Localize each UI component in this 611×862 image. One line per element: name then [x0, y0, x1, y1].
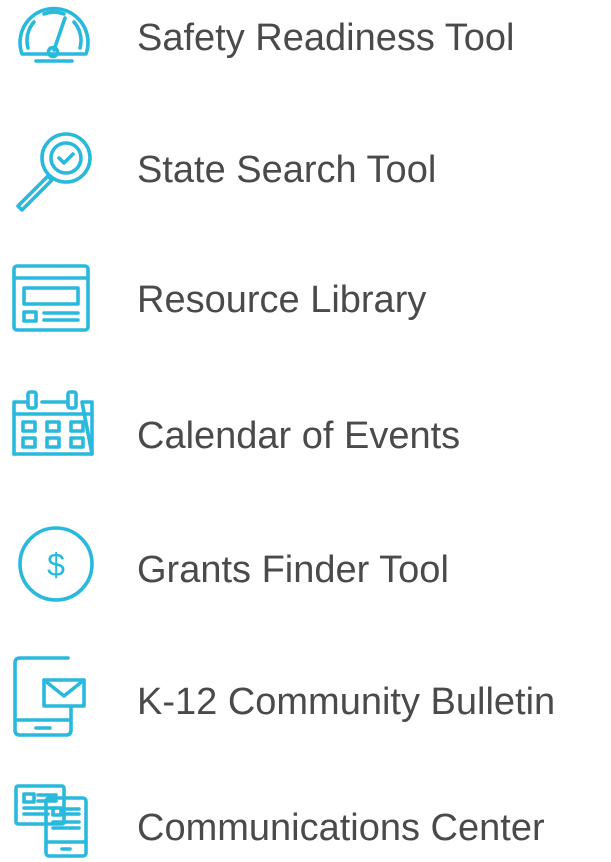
menu-item-label: Grants Finder Tool [137, 549, 449, 591]
menu-item-grants-finder-tool[interactable]: $ Grants Finder Tool [0, 506, 611, 616]
browser-window-icon [8, 250, 100, 342]
calendar-icon [8, 378, 100, 470]
menu-item-label: Resource Library [137, 279, 427, 321]
menu-item-safety-readiness-tool[interactable]: Safety Readiness Tool [0, 0, 611, 110]
dollar-circle-icon: $ [8, 510, 100, 602]
devices-icon [8, 772, 100, 862]
menu-item-label: Safety Readiness Tool [137, 17, 515, 59]
menu-item-calendar-of-events[interactable]: Calendar of Events [0, 378, 611, 488]
menu-item-label: K-12 Community Bulletin [137, 681, 556, 723]
menu-item-k12-community-bulletin[interactable]: K-12 Community Bulletin [0, 636, 611, 746]
svg-text:$: $ [47, 547, 65, 583]
menu-item-state-search-tool[interactable]: State Search Tool [0, 122, 611, 232]
menu-item-label: State Search Tool [137, 149, 437, 191]
magnifier-check-icon [8, 126, 100, 218]
tools-menu: Safety Readiness Tool State Search Tool [0, 0, 611, 862]
gauge-icon [8, 0, 100, 84]
menu-item-communications-center[interactable]: Communications Center [0, 764, 611, 862]
menu-item-resource-library[interactable]: Resource Library [0, 248, 611, 358]
menu-item-label: Calendar of Events [137, 415, 461, 457]
tablet-mail-icon [8, 646, 100, 738]
menu-item-label: Communications Center [137, 807, 545, 849]
